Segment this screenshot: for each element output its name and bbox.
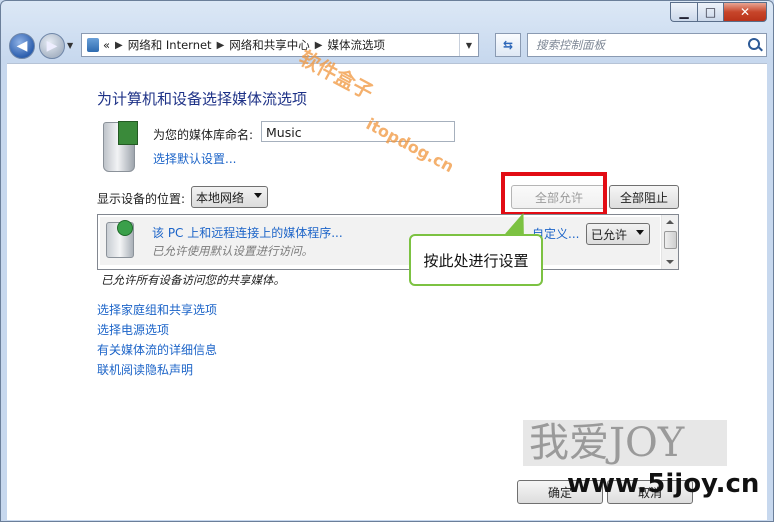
caption-buttons: ▁ □ ✕ <box>670 2 767 22</box>
chevron-right-icon[interactable]: ▶ <box>315 40 323 51</box>
watermark-brand: 我爱JOY <box>523 420 727 466</box>
vertical-scrollbar[interactable] <box>661 215 678 269</box>
control-panel-window: ▁ □ ✕ ◀ ▶ ▼ « ▶ 网络和 Internet ▶ 网络和共享中心 ▶… <box>0 0 774 522</box>
device-list: 该 PC 上和远程连接上的媒体程序... 已允许使用默认设置进行访问。 自定义.… <box>97 214 679 270</box>
chevron-down-icon <box>254 193 262 198</box>
breadcrumb-network-sharing-center[interactable]: 网络和共享中心 <box>229 37 310 53</box>
list-item[interactable]: 该 PC 上和远程连接上的媒体程序... 已允许使用默认设置进行访问。 自定义.… <box>100 217 660 265</box>
device-permission-select[interactable]: 已允许 <box>586 223 650 245</box>
address-bar[interactable]: « ▶ 网络和 Internet ▶ 网络和共享中心 ▶ 媒体流选项 ▼ <box>81 33 479 57</box>
media-streaming-info-link[interactable]: 有关媒体流的详细信息 <box>97 340 217 360</box>
media-library-icon <box>103 121 138 172</box>
search-icon[interactable] <box>748 38 760 50</box>
location-select-value: 本地网络 <box>196 190 245 205</box>
block-all-button[interactable]: 全部阻止 <box>609 185 679 209</box>
scroll-thumb[interactable] <box>664 231 677 249</box>
forward-arrow-icon: ▶ <box>46 38 58 54</box>
minimize-button[interactable]: ▁ <box>670 2 697 22</box>
chevron-right-icon[interactable]: ▶ <box>115 40 123 51</box>
refresh-button[interactable]: ⇆ <box>495 33 521 57</box>
device-permission-value: 已允许 <box>591 227 628 242</box>
watermark-url: www.5ijoy.cn <box>567 469 760 499</box>
callout-annotation: 按此处进行设置 <box>409 234 543 286</box>
page-title: 为计算机和设备选择媒体流选项 <box>97 90 308 108</box>
privacy-statement-link[interactable]: 联机阅读隐私声明 <box>97 360 217 380</box>
location-select[interactable]: 本地网络 <box>191 186 268 208</box>
back-arrow-icon: ◀ <box>16 38 28 54</box>
navigation-bar: ◀ ▶ ▼ « ▶ 网络和 Internet ▶ 网络和共享中心 ▶ 媒体流选项… <box>9 33 767 59</box>
control-panel-icon <box>87 38 99 52</box>
status-text: 已允许所有设备访问您的共享媒体。 <box>101 273 285 287</box>
forward-button[interactable]: ▶ <box>39 33 65 59</box>
breadcrumb-media-streaming[interactable]: 媒体流选项 <box>327 37 385 53</box>
recent-pages-dropdown-icon[interactable]: ▼ <box>67 41 73 50</box>
library-name-label: 为您的媒体库命名: <box>153 128 254 142</box>
breadcrumb-overflow[interactable]: « <box>103 38 110 52</box>
library-name-field[interactable]: Music <box>261 121 455 142</box>
choose-default-settings-link[interactable]: 选择默认设置... <box>153 150 236 167</box>
device-subtitle: 已允许使用默认设置进行访问。 <box>152 244 313 258</box>
breadcrumb-network-internet[interactable]: 网络和 Internet <box>128 37 212 53</box>
highlight-box <box>501 172 607 216</box>
refresh-icon: ⇆ <box>502 38 514 52</box>
options-links: 选择家庭组和共享选项 选择电源选项 有关媒体流的详细信息 联机阅读隐私声明 <box>97 300 217 380</box>
show-devices-label: 显示设备的位置: <box>97 192 186 206</box>
device-title-link[interactable]: 该 PC 上和远程连接上的媒体程序... <box>152 224 343 241</box>
scroll-up-icon[interactable] <box>666 220 674 224</box>
media-program-icon <box>106 220 134 258</box>
chevron-right-icon[interactable]: ▶ <box>217 40 225 51</box>
content-area: 为计算机和设备选择媒体流选项 为您的媒体库命名: Music 选择默认设置...… <box>7 46 767 520</box>
homegroup-sharing-link[interactable]: 选择家庭组和共享选项 <box>97 300 217 320</box>
search-input[interactable]: 搜索控制面板 <box>536 37 605 53</box>
search-box[interactable]: 搜索控制面板 <box>527 33 767 57</box>
close-button[interactable]: ✕ <box>723 2 767 22</box>
address-dropdown-icon[interactable]: ▼ <box>459 34 478 56</box>
maximize-button[interactable]: □ <box>697 2 723 22</box>
chevron-down-icon <box>636 230 644 235</box>
back-button[interactable]: ◀ <box>9 33 35 59</box>
power-options-link[interactable]: 选择电源选项 <box>97 320 217 340</box>
scroll-down-icon[interactable] <box>666 260 674 264</box>
